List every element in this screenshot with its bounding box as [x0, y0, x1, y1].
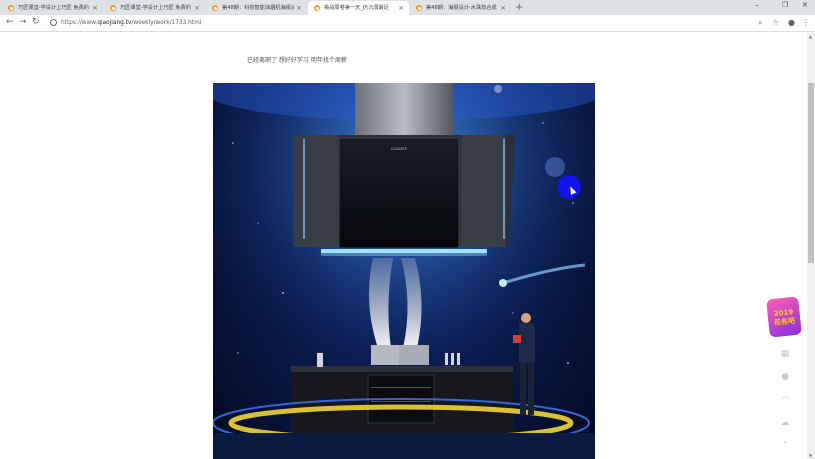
tab-2[interactable]: 巧匠课堂-学设计上巧匠 免费的 ×: [104, 1, 205, 15]
zoom-icon[interactable]: ⌕: [758, 18, 762, 28]
site-favicon-icon: [212, 5, 218, 11]
browser-chrome: 巧匠课堂-学设计上巧匠 免费的 × 巧匠课堂-学设计上巧匠 免费的 × 第48期…: [0, 0, 815, 33]
tab-title: 挑战周卷第一天_仍沉溺最近: [324, 5, 389, 11]
page-scrollbar[interactable]: ▲ ▼: [807, 33, 815, 459]
menu-icon[interactable]: ⋮: [802, 18, 810, 27]
info-icon[interactable]: [50, 19, 57, 26]
site-favicon-icon: [8, 5, 14, 11]
url-text[interactable]: https://www.qiaojiang.tv/weekly/work/173…: [61, 17, 201, 30]
close-window-icon[interactable]: ✕: [802, 1, 808, 9]
scroll-up-icon[interactable]: ▲: [809, 34, 812, 39]
forward-icon[interactable]: →: [19, 17, 27, 27]
maximize-icon[interactable]: ❐: [782, 1, 788, 9]
tab-title: 巧匠课堂-学设计上巧匠 免费的: [18, 5, 89, 11]
address-bar[interactable]: https://www.qiaojiang.tv/weekly/work/173…: [46, 17, 781, 30]
tab-3[interactable]: 第48期：科技智能油烟机海报设 ×: [206, 1, 307, 15]
post-comment: 已经离职了 想好好学习 明年找个周薪: [247, 57, 347, 64]
calendar-icon[interactable]: ▦: [779, 348, 791, 360]
new-tab-icon[interactable]: +: [515, 2, 523, 13]
tab-strip: 巧匠课堂-学设计上巧匠 免费的 × 巧匠课堂-学设计上巧匠 免费的 × 第48期…: [0, 0, 815, 15]
site-favicon-icon: [416, 5, 422, 11]
headset-icon[interactable]: ◠: [779, 394, 791, 406]
close-tab-icon[interactable]: ×: [398, 1, 404, 15]
reload-icon[interactable]: ↻: [32, 17, 40, 27]
cloud-icon[interactable]: ☁: [779, 417, 791, 429]
tab-5[interactable]: 第48期：海报设计-水珠效合成 ×: [410, 1, 511, 15]
scroll-thumb[interactable]: [808, 83, 814, 263]
promo-text: 花名吧: [773, 316, 796, 328]
tab-title: 巧匠课堂-学设计上巧匠 免费的: [120, 5, 191, 11]
tab-title: 第48期：科技智能油烟机海报设: [222, 5, 294, 11]
back-icon[interactable]: ←: [6, 17, 14, 27]
chat-icon[interactable]: ●: [779, 371, 791, 383]
close-tab-icon[interactable]: ×: [296, 1, 302, 15]
browser-toolbar: ← → ↻ https://www.qiaojiang.tv/weekly/wo…: [0, 15, 815, 32]
close-tab-icon[interactable]: ×: [92, 1, 98, 15]
minimize-icon[interactable]: –: [755, 1, 759, 9]
scroll-down-icon[interactable]: ▼: [809, 453, 812, 458]
range-hood-poster: CASARTE: [213, 83, 595, 459]
close-tab-icon[interactable]: ×: [500, 1, 506, 15]
tab-1[interactable]: 巧匠课堂-学设计上巧匠 免费的 ×: [2, 1, 103, 15]
back-to-top-icon[interactable]: ⌃: [779, 440, 791, 452]
bookmark-star-icon[interactable]: ☆: [772, 18, 779, 27]
promo-badge[interactable]: 2019 花名吧: [766, 296, 802, 338]
site-favicon-icon: [314, 5, 320, 11]
artwork-image: CASARTE: [213, 83, 595, 459]
brand-label: CASARTE: [391, 147, 407, 151]
site-favicon-icon: [110, 5, 116, 11]
tab-4-active[interactable]: 挑战周卷第一天_仍沉溺最近 ×: [308, 1, 409, 15]
tab-title: 第48期：海报设计-水珠效合成: [426, 5, 497, 11]
page-content: 已经离职了 想好好学习 明年找个周薪 CASARTE 2019 花名吧 ▦ ● …: [0, 33, 807, 459]
account-icon[interactable]: ●: [788, 18, 795, 27]
close-tab-icon[interactable]: ×: [194, 1, 200, 15]
